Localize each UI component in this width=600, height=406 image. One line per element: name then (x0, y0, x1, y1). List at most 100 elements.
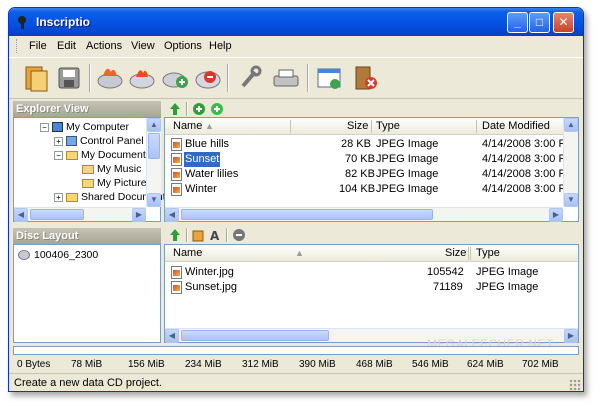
disc-file-row[interactable]: Sunset.jpg 71189 JPEG Image (165, 280, 578, 295)
copy-disc-icon[interactable] (161, 62, 191, 94)
capacity-mark: 312 MiB (242, 359, 279, 370)
scroll-thumb[interactable] (181, 209, 433, 220)
column-size[interactable]: Size (445, 247, 466, 259)
scanner-icon[interactable] (271, 62, 301, 94)
erase-disc-icon[interactable] (193, 62, 223, 94)
menu-options[interactable]: Options (164, 40, 202, 52)
disc-list-header: Name ▲ Size Type (165, 245, 578, 262)
main-toolbar (9, 57, 583, 99)
column-size[interactable]: Size (347, 120, 368, 132)
burn-disc-icon[interactable] (95, 62, 125, 94)
column-separator (290, 120, 291, 133)
jpeg-file-icon (171, 281, 182, 294)
file-name: Winter.jpg (185, 266, 234, 278)
save-project-icon[interactable] (55, 62, 85, 94)
tree-item-control-panel[interactable]: + Control Panel (54, 135, 144, 148)
scroll-right-arrow[interactable]: ▶ (132, 208, 146, 222)
toolbar-separator (307, 64, 309, 92)
expand-toggle[interactable]: − (54, 150, 63, 160)
expand-toggle[interactable]: + (54, 136, 63, 146)
column-name[interactable]: Name (173, 120, 202, 132)
scroll-right-arrow[interactable]: ▶ (564, 329, 578, 343)
capacity-mark: 390 MiB (299, 359, 336, 370)
scroll-left-arrow[interactable]: ◀ (165, 329, 179, 343)
menu-view[interactable]: View (131, 40, 155, 52)
folder-icon (66, 150, 78, 160)
jpeg-file-icon (171, 183, 182, 196)
scroll-down-arrow[interactable]: ▼ (147, 193, 161, 207)
burn-image-icon[interactable] (127, 62, 157, 94)
jpeg-file-icon (171, 138, 182, 151)
cd-icon (18, 250, 30, 261)
tree-item-my-pictures[interactable]: My Pictures (82, 177, 152, 190)
maximize-button[interactable]: □ (529, 12, 550, 33)
file-row[interactable]: Water lilies 82 KB JPEG Image 4/14/2008 … (165, 167, 575, 182)
file-list-header: Name ▲ Size Type Date Modified (165, 118, 565, 135)
open-project-icon[interactable] (23, 62, 53, 94)
scroll-left-arrow[interactable]: ◀ (14, 208, 28, 222)
remove-icon[interactable] (232, 228, 246, 242)
capacity-ruler: 0 Bytes 78 MiB 156 MiB 234 MiB 312 MiB 3… (13, 357, 579, 373)
rename-icon[interactable]: A (208, 228, 222, 242)
expand-toggle[interactable]: − (40, 122, 49, 132)
toolbar-separator (227, 64, 229, 92)
tree-item-my-documents[interactable]: − My Documents (54, 149, 151, 162)
capacity-mark: 156 MiB (128, 359, 165, 370)
capacity-mark: 702 MiB (522, 359, 559, 370)
column-type[interactable]: Type (476, 247, 500, 259)
tools-icon[interactable] (235, 62, 265, 94)
tree-item-my-music[interactable]: My Music (82, 163, 141, 176)
disc-file-row[interactable]: Winter.jpg 105542 JPEG Image (165, 265, 578, 280)
scroll-right-arrow[interactable]: ▶ (549, 208, 563, 222)
file-date: 4/14/2008 3:00 PM (482, 183, 575, 195)
column-type[interactable]: Type (376, 120, 400, 132)
sort-ascending-icon: ▲ (295, 248, 304, 258)
tree-vertical-scrollbar[interactable]: ▲ ▼ (146, 118, 161, 207)
file-row-selected[interactable]: Sunset 70 KB JPEG Image 4/14/2008 3:00 P… (165, 152, 575, 167)
minimize-button[interactable]: _ (507, 12, 528, 33)
disc-mini-toolbar: A (164, 226, 579, 244)
exit-icon[interactable] (351, 62, 381, 94)
scroll-thumb[interactable] (181, 330, 329, 341)
file-name: Sunset (184, 152, 221, 167)
explorer-file-list[interactable]: Name ▲ Size Type Date Modified Blue hill… (164, 117, 579, 222)
disc-tree[interactable]: 100406_2300 (13, 244, 161, 343)
menu-help[interactable]: Help (209, 40, 232, 52)
scroll-left-arrow[interactable]: ◀ (165, 208, 179, 222)
scroll-up-arrow[interactable]: ▲ (564, 118, 578, 132)
file-list-vertical-scrollbar[interactable]: ▲ ▼ (563, 118, 578, 207)
scroll-down-arrow[interactable]: ▼ (564, 193, 578, 207)
title-bar[interactable]: Inscriptio _ □ ✕ (9, 8, 583, 36)
file-size: 82 KB (345, 168, 375, 180)
file-row[interactable]: Blue hills 28 KB JPEG Image 4/14/2008 3:… (165, 137, 575, 152)
scroll-up-arrow[interactable]: ▲ (147, 118, 161, 132)
menu-edit[interactable]: Edit (57, 40, 76, 52)
new-window-icon[interactable] (315, 62, 345, 94)
close-button[interactable]: ✕ (553, 12, 574, 33)
file-size: 71189 (433, 281, 463, 293)
expand-toggle[interactable]: + (54, 192, 63, 202)
folder-tree[interactable]: − My Computer + Control Panel − My Document… (13, 117, 171, 222)
disc-layout-header: Disc Layout (13, 228, 161, 244)
add-icon[interactable] (192, 102, 206, 116)
file-row[interactable]: Winter 104 KB JPEG Image 4/14/2008 3:00 … (165, 182, 575, 197)
file-name: Sunset.jpg (185, 281, 237, 293)
add-all-icon[interactable] (210, 102, 224, 116)
up-arrow-icon[interactable] (168, 228, 182, 242)
disc-root-item[interactable]: 100406_2300 (18, 249, 98, 262)
disc-file-list[interactable]: Name ▲ Size Type Winter.jpg 105542 JPEG … (164, 244, 579, 343)
menu-file[interactable]: File (29, 40, 47, 52)
resize-grip[interactable] (569, 379, 581, 391)
new-folder-icon[interactable] (192, 228, 206, 242)
column-name[interactable]: Name (173, 247, 202, 259)
file-list-horizontal-scrollbar[interactable]: ◀ ▶ (165, 207, 563, 222)
file-type: JPEG Image (376, 153, 439, 165)
scroll-thumb[interactable] (30, 209, 84, 220)
scroll-thumb[interactable] (148, 133, 160, 159)
tree-item-label: My Documents (81, 149, 152, 161)
tree-horizontal-scrollbar[interactable]: ◀ ▶ (14, 207, 146, 222)
tree-item-my-computer[interactable]: − My Computer (40, 121, 129, 134)
menu-actions[interactable]: Actions (86, 40, 122, 52)
up-arrow-icon[interactable] (168, 102, 182, 116)
column-date-modified[interactable]: Date Modified (482, 120, 550, 132)
